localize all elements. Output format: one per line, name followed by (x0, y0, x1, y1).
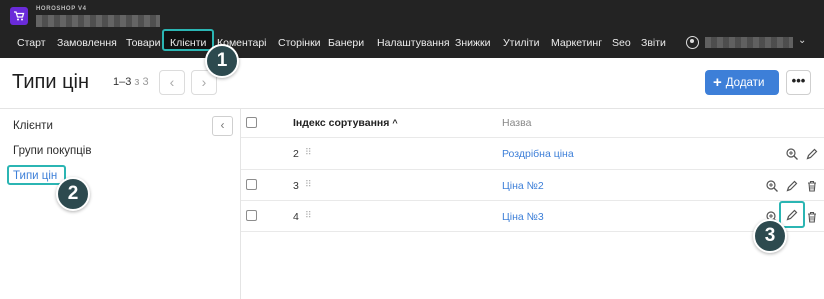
sidebar-item-customer-groups[interactable]: Групи покупців (13, 145, 91, 157)
sort-index-header[interactable]: Індекс сортування ^ (293, 117, 398, 129)
pager-range: 1–3 (113, 76, 132, 88)
nav-item-orders[interactable]: Замовлення (57, 37, 117, 49)
plus-icon: + (713, 74, 722, 91)
user-icon[interactable] (686, 36, 699, 49)
nav-item-reports[interactable]: Звіти (641, 37, 666, 49)
row-divider (241, 169, 824, 170)
row-divider (241, 200, 824, 201)
sort-asc-icon: ^ (392, 118, 398, 128)
nav-item-discounts[interactable]: Знижки (455, 37, 491, 49)
name-header: Назва (502, 117, 532, 129)
select-all-checkbox[interactable] (246, 117, 257, 128)
sort-index-label: Індекс сортування (293, 117, 390, 129)
chevron-left-icon: ‹ (220, 118, 225, 132)
brand-label: HOROSHOP V4 (36, 6, 87, 12)
sidebar-item-clients[interactable]: Клієнти (13, 120, 53, 132)
row-1-index: 2 (293, 148, 299, 160)
cart-icon (14, 11, 25, 21)
zoom-icon[interactable] (765, 179, 779, 193)
step-badge-2: 2 (56, 177, 90, 211)
store-name-redacted (36, 15, 160, 27)
row-3-index: 4 (293, 211, 299, 223)
nav-item-seo[interactable]: Seo (612, 37, 631, 49)
prev-page-button[interactable]: ‹ (159, 70, 185, 95)
chevron-down-icon[interactable]: ⌄ (798, 35, 806, 46)
sidebar-item-price-types[interactable]: Типи цін (13, 170, 57, 182)
row-2-checkbox[interactable] (246, 179, 257, 190)
row-2-index: 3 (293, 180, 299, 192)
chevron-left-icon: ‹ (169, 74, 175, 90)
nav-item-pages[interactable]: Сторінки (278, 37, 321, 49)
chevron-right-icon: › (201, 74, 207, 90)
pencil-icon[interactable] (785, 179, 799, 193)
row-1-name[interactable]: Роздрібна ціна (502, 148, 574, 160)
logo[interactable] (10, 7, 28, 25)
row-3-checkbox[interactable] (246, 210, 257, 221)
trash-icon[interactable] (805, 210, 819, 224)
user-name-redacted[interactable] (705, 37, 793, 48)
collapse-sidebar-button[interactable]: ‹ (212, 116, 233, 136)
nav-item-clients[interactable]: Клієнти (170, 37, 206, 49)
nav-item-settings[interactable]: Налаштування (377, 37, 450, 49)
trash-icon[interactable] (805, 179, 819, 193)
row-divider (241, 137, 824, 138)
row-3-name[interactable]: Ціна №3 (502, 211, 544, 223)
step-badge-3: 3 (753, 219, 787, 253)
more-options-button[interactable]: ••• (786, 70, 811, 95)
main-nav: Старт Замовлення Товари Клієнти Коментар… (0, 34, 680, 54)
row-divider (241, 231, 824, 232)
pager-total: з 3 (134, 76, 149, 88)
pencil-icon[interactable] (805, 147, 819, 161)
header-divider (0, 108, 824, 109)
pager-info: 1–3 з 3 (113, 76, 149, 88)
add-button[interactable]: + Додати (705, 70, 779, 95)
more-icon: ••• (791, 73, 806, 88)
top-bar: HOROSHOP V4 Старт Замовлення Товари Кліє… (0, 0, 824, 58)
nav-item-start[interactable]: Старт (17, 37, 46, 49)
drag-handle-icon[interactable]: ⠿ (305, 210, 312, 221)
pencil-icon[interactable] (785, 208, 799, 222)
drag-handle-icon[interactable]: ⠿ (305, 179, 312, 190)
add-button-label: Додати (725, 77, 765, 89)
page-title: Типи цін (12, 71, 90, 93)
nav-item-marketing[interactable]: Маркетинг (551, 37, 602, 49)
nav-item-banners[interactable]: Банери (328, 37, 364, 49)
nav-item-utilities[interactable]: Утиліти (503, 37, 539, 49)
row-2-name[interactable]: Ціна №2 (502, 180, 544, 192)
step-badge-1: 1 (205, 44, 239, 78)
drag-handle-icon[interactable]: ⠿ (305, 147, 312, 158)
nav-item-products[interactable]: Товари (126, 37, 160, 49)
zoom-icon[interactable] (785, 147, 799, 161)
